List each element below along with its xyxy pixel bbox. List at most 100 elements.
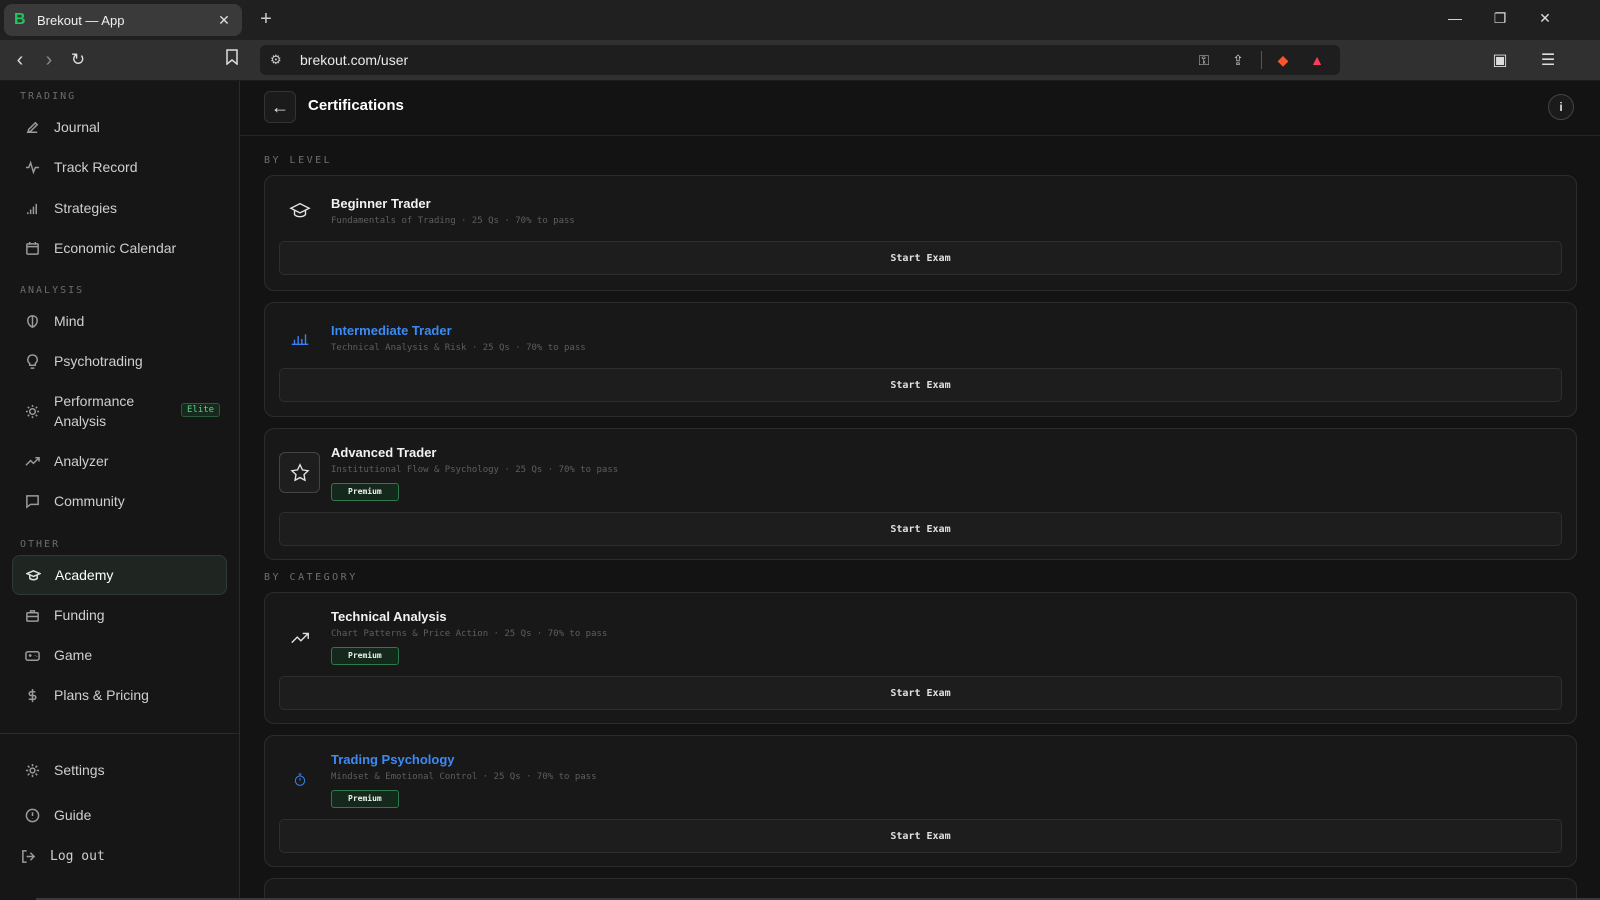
sidebar-item-guide[interactable]: Guide (12, 795, 227, 835)
cert-card-advanced: Advanced Trader Institutional Flow & Psy… (264, 428, 1577, 560)
pencil-icon (24, 119, 40, 135)
sidebar-item-mind[interactable]: Mind (12, 301, 227, 341)
menu-icon[interactable]: ☰ (1537, 50, 1559, 70)
window-close-icon[interactable]: ✕ (1537, 10, 1553, 27)
start-exam-button[interactable]: Start Exam (279, 512, 1562, 546)
sun-icon (24, 403, 40, 419)
cert-title: Advanced Trader (331, 445, 437, 460)
premium-badge: Premium (331, 483, 399, 501)
favicon-icon: B (14, 11, 26, 28)
section-label-trading: TRADING (20, 91, 77, 102)
calendar-icon (24, 240, 40, 256)
premium-badge: Premium (331, 647, 399, 665)
logout-button[interactable]: Log out (12, 836, 227, 876)
brave-rewards-icon[interactable]: ▲ (1306, 52, 1328, 68)
start-exam-button[interactable]: Start Exam (279, 676, 1562, 710)
sidebar-item-plans-pricing[interactable]: Plans & Pricing (12, 675, 227, 715)
info-button[interactable]: i (1548, 94, 1574, 120)
sidebar-item-label: Game (54, 647, 93, 663)
sidebar-item-label: Mind (54, 313, 85, 329)
sidebar-item-academy[interactable]: Academy (12, 555, 227, 595)
sidebar-item-analyzer[interactable]: Analyzer (12, 441, 227, 481)
url-text[interactable]: brekout.com/user (300, 52, 1193, 68)
browser-tabbar: B Brekout — App ✕ + — ❐ ✕ (0, 0, 1600, 40)
sidebar-item-journal[interactable]: Journal (12, 107, 227, 147)
sidebar-item-label: Journal (54, 119, 100, 135)
sidebar-item-strategies[interactable]: Strategies (12, 188, 227, 228)
start-exam-button[interactable]: Start Exam (279, 368, 1562, 402)
back-button[interactable]: ← (264, 91, 296, 123)
sidebar-item-funding[interactable]: Funding (12, 595, 227, 635)
section-label-analysis: ANALYSIS (20, 285, 85, 296)
sidebar-item-label: Funding (54, 607, 105, 623)
sidebar-item-label: Plans & Pricing (54, 687, 149, 703)
sidebar-item-economic-calendar[interactable]: Economic Calendar (12, 228, 227, 268)
sidebar-item-label: Performance Analysis (54, 393, 135, 429)
cert-meta: Technical Analysis & Risk · 25 Qs · 70% … (331, 343, 586, 353)
sidebar-item-track-record[interactable]: Track Record (12, 147, 227, 187)
sidebar-divider (0, 733, 239, 734)
share-icon[interactable]: ⇪ (1227, 52, 1249, 69)
gear-icon (24, 762, 40, 778)
stopwatch-icon (279, 759, 320, 800)
site-settings-icon[interactable]: ⚙ (270, 52, 286, 68)
close-icon[interactable]: ✕ (216, 12, 232, 29)
brave-shields-icon[interactable]: ◆ (1272, 52, 1294, 69)
start-exam-button[interactable]: Start Exam (279, 819, 1562, 853)
cert-card-technical-analysis: Technical Analysis Chart Patterns & Pric… (264, 592, 1577, 724)
restore-icon[interactable]: ❐ (1492, 10, 1508, 27)
logout-icon (20, 848, 36, 864)
group-label-by-level: BY LEVEL (264, 155, 333, 166)
cert-card-beginner: Beginner Trader Fundamentals of Trading … (264, 175, 1577, 291)
cert-card-intermediate: Intermediate Trader Technical Analysis &… (264, 302, 1577, 417)
sidebar-item-psychotrading[interactable]: Psychotrading (12, 341, 227, 381)
sidebar-item-label: Guide (54, 807, 92, 823)
page-header: ← Certifications i (240, 81, 1600, 136)
sidebar-item-performance-analysis[interactable]: Performance Analysis Elite (12, 383, 227, 439)
new-tab-icon[interactable]: + (256, 8, 276, 31)
cert-meta: Institutional Flow & Psychology · 25 Qs … (331, 465, 619, 475)
cert-title: Trading Psychology (331, 752, 455, 767)
divider (1261, 51, 1262, 69)
sidebar-item-label: Economic Calendar (54, 240, 177, 256)
bar-chart-icon (279, 316, 320, 357)
gamepad-icon (24, 647, 40, 663)
cert-title: Beginner Trader (331, 196, 431, 211)
page-title: Certifications (308, 97, 404, 114)
info-icon: i (1559, 100, 1563, 114)
group-label-by-category: BY CATEGORY (264, 572, 358, 583)
sidebar-item-label: Psychotrading (54, 353, 143, 369)
activity-icon (24, 159, 40, 175)
reload-icon[interactable]: ↻ (67, 49, 89, 71)
sidebar-item-community[interactable]: Community (12, 481, 227, 521)
trending-up-icon (279, 617, 320, 658)
logout-label: Log out (50, 848, 105, 864)
key-icon[interactable]: ⚿ (1193, 52, 1215, 69)
lightbulb-icon (24, 353, 40, 369)
sidebar-toggle-icon[interactable]: ▣ (1489, 50, 1511, 70)
forward-icon[interactable]: › (38, 49, 60, 71)
sidebar-item-settings[interactable]: Settings (12, 750, 227, 790)
minimize-icon[interactable]: — (1447, 10, 1463, 26)
sidebar: TRADING Journal Track Record Strategies … (0, 81, 240, 900)
sidebar-item-label: Community (54, 493, 125, 509)
sidebar-item-label: Track Record (54, 159, 138, 175)
signal-bars-icon (24, 200, 40, 216)
back-icon[interactable]: ‹ (9, 49, 31, 71)
chat-icon (24, 493, 40, 509)
sidebar-item-label: Analyzer (54, 453, 109, 469)
star-icon (279, 452, 320, 493)
address-bar[interactable]: ⚙ brekout.com/user ⚿ ⇪ ◆ ▲ (260, 45, 1340, 75)
alert-circle-icon (24, 807, 40, 823)
dollar-icon (24, 687, 40, 703)
main-content: ← Certifications i BY LEVEL Beginner Tra… (240, 81, 1600, 900)
elite-badge: Elite (181, 403, 221, 417)
sidebar-item-label: Academy (55, 567, 114, 583)
bookmark-icon[interactable] (221, 49, 243, 72)
brain-icon (24, 313, 40, 329)
browser-tab[interactable]: B Brekout — App ✕ (4, 4, 242, 36)
cert-meta: Mindset & Emotional Control · 25 Qs · 70… (331, 772, 597, 782)
sidebar-item-game[interactable]: Game (12, 635, 227, 675)
start-exam-button[interactable]: Start Exam (279, 241, 1562, 275)
cert-card-trading-psychology: Trading Psychology Mindset & Emotional C… (264, 735, 1577, 867)
